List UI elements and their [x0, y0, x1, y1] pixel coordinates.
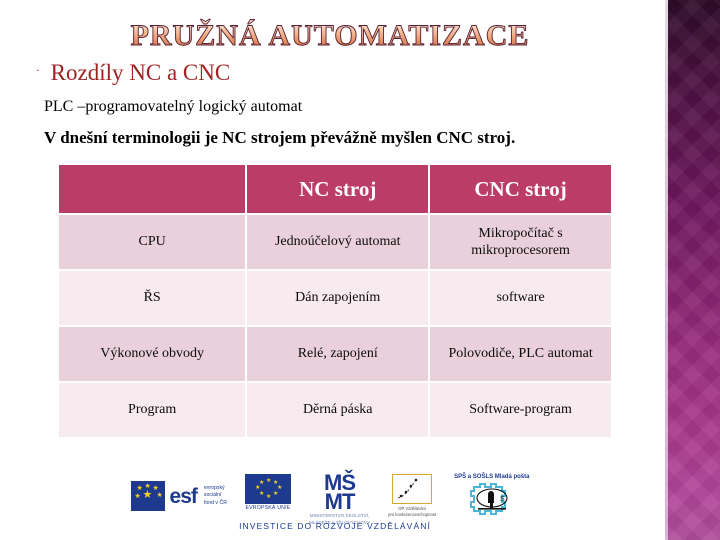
logo-row: ★ ★ ★ ★ ★ ★ esf evropský sociální fond v… — [0, 462, 660, 525]
table-cell-nc: Dán zapojením — [247, 271, 429, 325]
esf-subtitle-line1: evropský — [203, 484, 225, 491]
opvk-caption: OP Vzdělávání pro konkurenceschopnost — [388, 506, 436, 517]
bullet-item: · Rozdíly NC a CNC — [36, 60, 230, 86]
msmt-caption-line1: MINISTERSTVO ŠKOLSTVÍ, — [309, 513, 370, 519]
opvk-curve-icon — [397, 478, 418, 499]
opvk-caption-line2: pro konkurenceschopnost — [388, 511, 437, 517]
comparison-table: NC stroj CNC stroj CPU Jednoúčelový auto… — [57, 163, 613, 439]
table-cell-cnc: Mikropočítač s mikroprocesorem — [430, 215, 611, 269]
band-texture — [665, 0, 720, 540]
table-header-nc: NC stroj — [247, 165, 429, 213]
table-cell-cnc: software — [430, 271, 611, 325]
school-gear-icon: Š — [469, 483, 508, 515]
page-title: PRUŽNÁ AUTOMATIZACE — [0, 20, 660, 52]
paragraph-emphasis: V dnešní terminologii je NC strojem přev… — [44, 128, 516, 147]
opvk-logo: OP Vzdělávání pro konkurenceschopnost — [388, 474, 436, 518]
table-row: ŘS Dán zapojením software — [59, 271, 611, 325]
msmt-monogram-icon: MŠ MT — [324, 472, 356, 514]
table-cell-label: Program — [59, 383, 246, 437]
slide: PRUŽNÁ AUTOMATIZACE · Rozdíly NC a CNC P… — [0, 0, 720, 540]
decorative-side-band — [665, 0, 720, 540]
esf-subtitle-line2: sociální — [203, 492, 222, 499]
school-caption: SPŠ a SOŠLS Mladá pošta — [454, 474, 530, 480]
table-cell-nc: Děrná páska — [247, 383, 429, 437]
table-row: CPU Jednoúčelový automat Mikropočítač s … — [59, 215, 611, 269]
table-header-blank — [59, 165, 246, 213]
esf-subtitle-line3: fond v ČR — [203, 499, 227, 506]
bullet-item-label: Rozdíly NC a CNC — [50, 60, 231, 85]
table-row: Program Děrná páska Software-program — [59, 383, 611, 437]
opvk-box-icon — [392, 474, 433, 504]
comparison-table-wrapper: NC stroj CNC stroj CPU Jednoúčelový auto… — [57, 163, 613, 439]
band-highlight-edge — [665, 0, 668, 540]
table-cell-cnc: Polovodiče, PLC automat — [430, 327, 611, 381]
svg-text:Š: Š — [500, 494, 505, 503]
eu-caption: EVROPSKÁ UNIE — [245, 505, 291, 511]
footer-logo-strip: ★ ★ ★ ★ ★ ★ esf evropský sociální fond v… — [0, 462, 660, 540]
table-cell-nc: Relé, zapojení — [247, 327, 429, 381]
table-row: Výkonové obvody Relé, zapojení Polovodič… — [59, 327, 611, 381]
esf-subtitle: evropský sociální fond v ČR — [204, 485, 227, 508]
esf-stars-icon: ★ ★ ★ ★ ★ ★ — [130, 481, 165, 511]
bullet-marker-icon: · — [36, 65, 40, 77]
table-header-cnc: CNC stroj — [430, 165, 611, 213]
msmt-logo: MŠ MT MINISTERSTVO ŠKOLSTVÍ, MLÁDEŽE A T… — [309, 472, 370, 525]
footer-tagline: INVESTICE DO ROZVOJE VZDĚLÁVÁNÍ — [239, 521, 431, 531]
table-cell-label: Výkonové obvody — [59, 327, 246, 381]
eu-flag-icon: ★ ★ ★ ★ ★ ★ ★ ★ — [244, 474, 291, 504]
eu-logo: ★ ★ ★ ★ ★ ★ ★ ★ EVROPSKÁ UNIE — [244, 474, 291, 518]
table-header-row: NC stroj CNC stroj — [59, 165, 611, 213]
school-logo: SPŠ a SOŠLS Mladá pošta Š — [454, 474, 529, 518]
esf-logo: ★ ★ ★ ★ ★ ★ esf evropský sociální fond v… — [130, 474, 227, 518]
table-cell-nc: Jednoúčelový automat — [247, 215, 429, 269]
esf-wordmark: esf — [169, 484, 198, 508]
table-cell-cnc: Software-program — [430, 383, 611, 437]
table-cell-label: CPU — [59, 215, 246, 269]
paragraph-plc: PLC –programovatelný logický automat — [44, 98, 303, 115]
table-cell-label: ŘS — [59, 271, 246, 325]
msmt-mark-line2: MT — [324, 488, 356, 514]
